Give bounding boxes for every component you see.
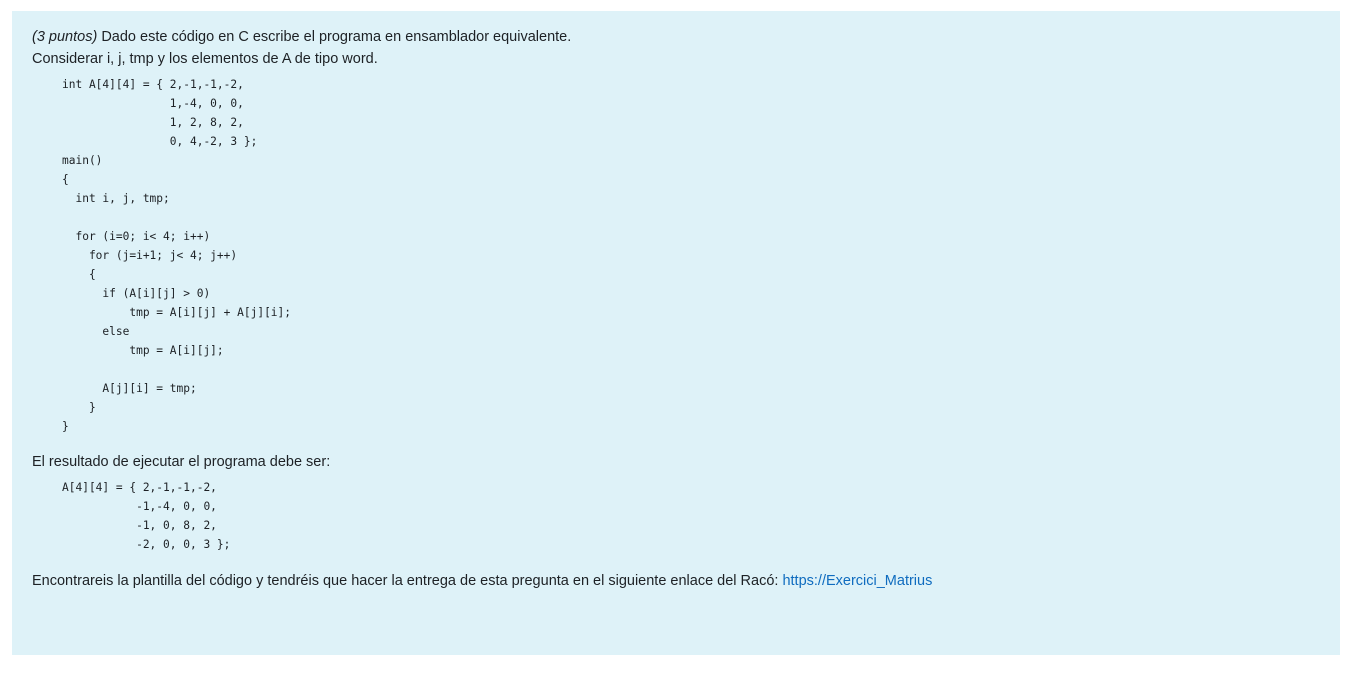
consider-line: Considerar i, j, tmp y los elementos de … xyxy=(32,51,378,67)
result-code-block: A[4][4] = { 2,-1,-1,-2, -1,-4, 0, 0, -1,… xyxy=(62,481,231,551)
question-intro: (3 puntos) Dado este código en C escribe… xyxy=(32,26,1320,48)
final-text: Encontrareis la plantilla del código y t… xyxy=(32,573,783,589)
c-code-block: int A[4][4] = { 2,-1,-1,-2, 1,-4, 0, 0, … xyxy=(62,78,292,433)
question-intro-text: Dado este código en C escribe el program… xyxy=(97,29,572,45)
points-label: (3 puntos) xyxy=(32,29,98,45)
result-intro: El resultado de ejecutar el programa deb… xyxy=(32,454,331,470)
question-box: (3 puntos) Dado este código en C escribe… xyxy=(12,11,1340,655)
question-text: (3 puntos) Dado este código en C escribe… xyxy=(32,26,1320,592)
exercise-link[interactable]: https://Exercici_Matrius xyxy=(782,573,932,589)
final-instructions: Encontrareis la plantilla del código y t… xyxy=(32,570,1320,592)
